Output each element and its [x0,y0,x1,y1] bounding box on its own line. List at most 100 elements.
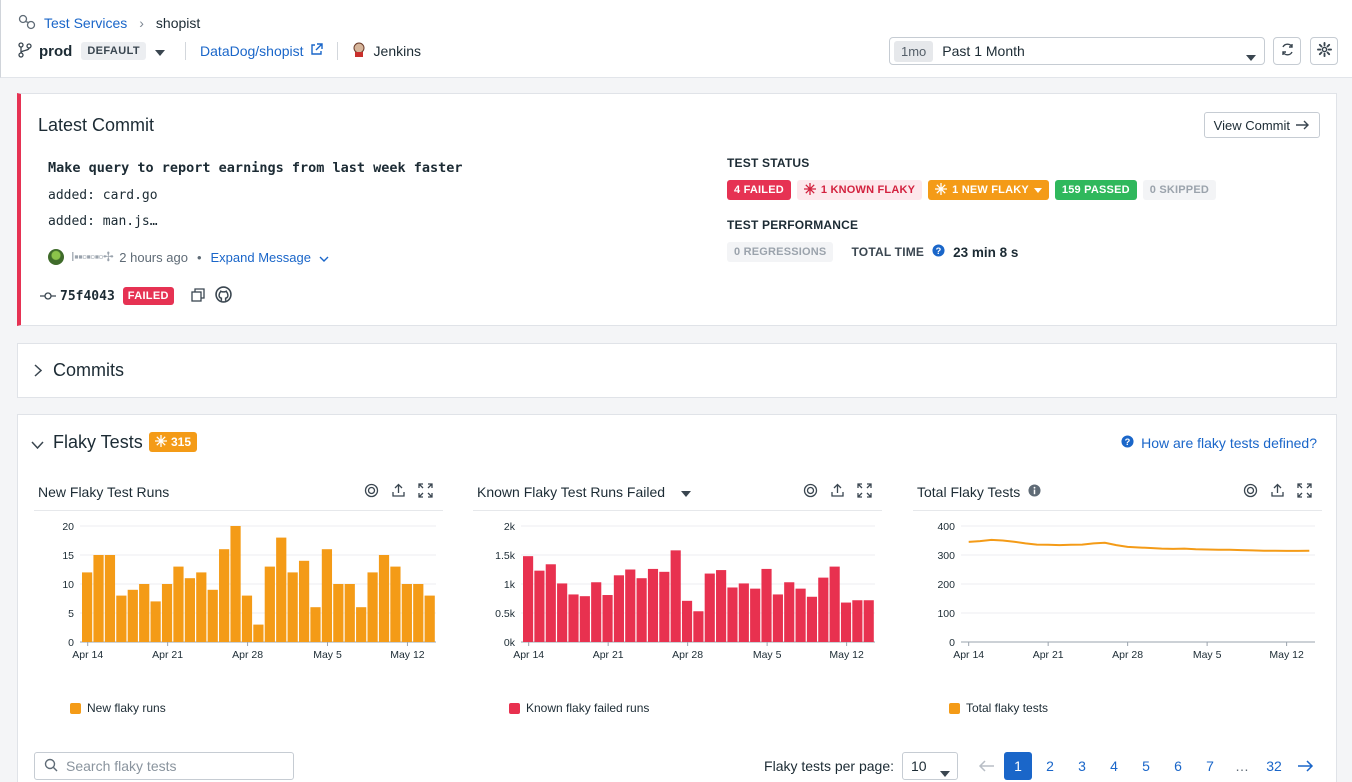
svg-text:?: ? [936,246,942,256]
breadcrumb-parent-link[interactable]: Test Services [44,15,127,31]
env-dropdown-caret-icon[interactable] [155,43,166,59]
target-icon[interactable] [803,483,818,501]
breadcrumb: Test Services › shopist [18,13,200,33]
known-flaky-badge[interactable]: 1 KNOWN FLAKY [796,180,923,200]
page-button[interactable]: 32 [1260,752,1288,780]
y-tick-label: 100 [937,608,955,620]
bar [93,555,104,642]
chart-legend: Total flaky tests [949,701,1048,715]
widget-actions [364,483,433,501]
export-icon[interactable] [1270,483,1285,501]
failed-badge[interactable]: 4 FAILED [727,180,791,200]
bar [602,595,613,642]
bar [139,584,150,642]
github-icon[interactable] [214,286,232,306]
bar [704,573,715,642]
prev-page-button[interactable] [972,752,1000,780]
latest-commit-panel: Latest Commit View Commit Make query to … [17,93,1337,326]
target-icon[interactable] [1243,483,1258,501]
breadcrumb-current: shopist [155,15,201,31]
new-flaky-runs-widget: New Flaky Test Runs 0 5 10 15 20 Apr 14 Apr 21… [34,476,443,724]
widget-title: Known Flaky Test Runs Failed [477,484,666,500]
fullscreen-icon[interactable] [857,483,872,501]
per-page-select[interactable]: 10 [902,752,958,780]
regressions-badge[interactable]: 0 REGRESSIONS [727,242,834,262]
skipped-badge[interactable]: 0 SKIPPED [1142,180,1217,200]
next-page-button[interactable] [1292,752,1320,780]
info-icon[interactable] [1028,484,1041,500]
settings-button[interactable] [1310,37,1338,65]
page-ellipsis: … [1235,758,1249,774]
arrow-right-icon [1296,118,1310,133]
known-flaky-runs-chart: 0k 0.5k 1k 1.5k 2k Apr 14 Apr 21 Apr 28 May 5 May… [495,521,875,661]
pagination: Flaky tests per page: 10 1 2 3 4 5 6 7 … 32 [764,752,1322,780]
bar [127,589,138,642]
help-icon[interactable]: ? [932,244,945,260]
page-button[interactable]: 4 [1100,752,1128,780]
target-icon[interactable] [364,483,379,501]
bar [852,600,863,642]
flaky-help-link[interactable]: ? How are flaky tests defined? [1121,435,1317,451]
chart-legend: New flaky runs [70,701,166,715]
caret-down-icon[interactable] [681,484,692,500]
chevron-right-icon[interactable] [34,364,43,380]
x-tick-label: Apr 21 [152,649,183,661]
page-button[interactable]: 6 [1164,752,1192,780]
search-flaky-tests-input[interactable]: Search flaky tests [34,752,294,780]
test-performance-row: 0 REGRESSIONS TOTAL TIME ? 23 min 8 s [727,242,1018,262]
time-range-label: Past 1 Month [942,43,1025,59]
y-tick-label: 300 [937,550,955,562]
bar [390,566,401,642]
copy-icon[interactable] [191,287,205,305]
page-button[interactable]: 2 [1036,752,1064,780]
page-button[interactable]: 7 [1196,752,1224,780]
y-tick-label: 200 [937,579,955,591]
chevron-down-icon[interactable] [319,250,329,265]
export-icon[interactable] [830,483,845,501]
default-tag: DEFAULT [81,42,147,60]
bar [264,566,275,642]
bar [344,584,355,642]
refresh-button[interactable] [1273,37,1301,65]
new-flaky-label: 1 NEW FLAKY [952,184,1029,196]
repo-link[interactable]: DataDog/shopist [200,43,304,59]
x-tick-label: May 5 [1193,649,1222,661]
commits-section[interactable]: Commits [17,343,1337,398]
bar [795,588,806,642]
x-tick-label: Apr 28 [672,649,703,661]
bar [681,600,693,642]
x-tick-label: Apr 14 [513,649,544,661]
new-flaky-badge[interactable]: 1 NEW FLAKY [928,180,1049,200]
page-list: 1 2 3 4 5 6 7 … 32 [1002,752,1290,780]
legend-swatch [949,702,960,714]
time-range-selector[interactable]: 1mo Past 1 Month [889,37,1265,65]
export-icon[interactable] [391,483,406,501]
page-header: Test Services › shopist prod DEFAULT Dat… [0,0,1352,78]
bar [806,596,818,642]
fullscreen-icon[interactable] [418,483,433,501]
svg-text:?: ? [1125,437,1131,447]
expand-message-link[interactable]: Expand Message [211,250,311,265]
bar [840,602,852,642]
page-button[interactable]: 5 [1132,752,1160,780]
widget-actions [1243,483,1312,501]
view-commit-button[interactable]: View Commit [1203,112,1320,138]
bar [613,575,624,642]
bar [333,584,344,642]
commit-icon [40,289,56,304]
series-line [968,538,1310,552]
page-button[interactable]: 3 [1068,752,1096,780]
latest-commit-title: Latest Commit [38,115,155,135]
bar [591,582,602,642]
passed-badge[interactable]: 159 PASSED [1054,180,1137,200]
page-button[interactable]: 1 [1004,752,1032,780]
y-tick-label: 0.5k [495,608,516,620]
gear-icon [1316,42,1332,60]
chevron-down-icon[interactable] [31,437,44,452]
fullscreen-icon[interactable] [1297,483,1312,501]
bar [104,555,116,642]
search-icon [44,758,58,775]
external-link-icon[interactable] [310,43,323,59]
avatar [48,249,64,265]
bullet-separator: • [196,249,202,265]
